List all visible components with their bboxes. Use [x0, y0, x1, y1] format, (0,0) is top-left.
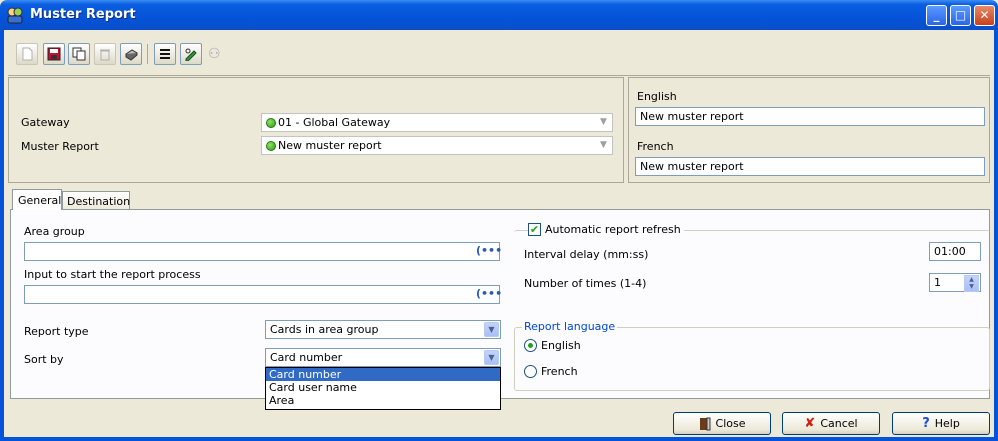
binoculars-icon[interactable]: ⚇: [208, 46, 221, 62]
list-icon: [160, 49, 170, 59]
muster-report-label: Muster Report: [21, 140, 99, 153]
sort-by-label: Sort by: [24, 353, 64, 366]
window-close-button[interactable]: ✕: [974, 5, 995, 26]
english-name-field[interactable]: New muster report: [635, 107, 985, 126]
tab-general[interactable]: General: [12, 189, 62, 210]
title-bar[interactable]: Muster Report _ □ ✕: [0, 0, 998, 30]
gateway-value: 01 - Global Gateway: [278, 116, 391, 129]
muster-report-value: New muster report: [278, 139, 382, 152]
link-button[interactable]: [180, 43, 202, 65]
new-document-icon: [22, 47, 33, 61]
report-type-label: Report type: [24, 325, 89, 338]
printer-icon: [125, 49, 138, 61]
interval-field[interactable]: 01:00: [929, 242, 981, 261]
save-button[interactable]: [43, 43, 65, 65]
checkmark-icon: ✔: [528, 223, 541, 236]
close-button[interactable]: Close: [673, 412, 771, 435]
browse-ellipsis-icon[interactable]: (•••: [476, 287, 502, 302]
radio-unselected-icon: [524, 365, 537, 378]
toolbar: ⚇: [8, 36, 990, 76]
radio-french-label: French: [541, 365, 578, 378]
red-x-icon: ✘: [804, 416, 816, 431]
cancel-button[interactable]: ✘ Cancel: [782, 412, 880, 435]
dropdown-option[interactable]: Card user name: [266, 381, 500, 394]
french-name-field[interactable]: New muster report: [635, 157, 985, 176]
gateway-combo[interactable]: 01 - Global Gateway ▼: [261, 113, 613, 132]
area-group-field[interactable]: (•••: [24, 242, 502, 261]
minimize-button[interactable]: _: [926, 5, 947, 26]
header-panel: Gateway 01 - Global Gateway ▼ Muster Rep…: [8, 77, 624, 183]
chevron-down-icon[interactable]: ▼: [484, 350, 499, 365]
chevron-down-icon[interactable]: ▼: [484, 322, 499, 337]
muster-app-icon: [7, 7, 23, 24]
question-mark-icon: ?: [922, 416, 930, 431]
trash-icon: [100, 49, 110, 61]
window-title: Muster Report: [30, 7, 136, 22]
copy-button[interactable]: [68, 43, 90, 65]
input-start-field[interactable]: (•••: [24, 285, 502, 304]
radio-english-label: English: [541, 339, 581, 352]
muster-report-combo[interactable]: New muster report ▼: [261, 136, 613, 155]
auto-refresh-checkbox[interactable]: ✔ Automatic report refresh: [528, 223, 684, 236]
status-dot-icon: [266, 117, 276, 128]
report-type-value: Cards in area group: [270, 323, 379, 336]
tab-destination[interactable]: Destination: [62, 191, 130, 210]
radio-english[interactable]: English: [524, 339, 581, 352]
gateway-label: Gateway: [21, 116, 70, 129]
times-stepper[interactable]: 1 ▲ ▼: [929, 273, 981, 292]
name-translations-panel: English New muster report French New mus…: [628, 77, 990, 183]
auto-refresh-label: Automatic report refresh: [545, 223, 681, 236]
help-label: Help: [934, 417, 960, 430]
times-value: 1: [934, 276, 941, 289]
close-label: Close: [715, 417, 746, 430]
new-button[interactable]: [16, 43, 38, 65]
list-button[interactable]: [154, 43, 176, 65]
print-button[interactable]: [120, 43, 142, 65]
area-group-label: Area group: [24, 225, 85, 238]
sort-by-combo[interactable]: Card number ▼: [265, 348, 501, 367]
report-language-group: [514, 327, 990, 391]
dropdown-option[interactable]: Area: [266, 394, 500, 407]
delete-button[interactable]: [94, 43, 116, 65]
link-pencil-icon: [185, 48, 197, 61]
radio-selected-icon: [524, 339, 537, 352]
status-dot-icon: [266, 140, 276, 151]
toolbar-separator: [147, 44, 148, 64]
floppy-disk-icon: [47, 47, 61, 61]
french-label: French: [637, 140, 674, 153]
browse-ellipsis-icon[interactable]: (•••: [476, 244, 502, 259]
report-type-combo[interactable]: Cards in area group ▼: [265, 320, 501, 339]
input-start-label: Input to start the report process: [24, 268, 201, 281]
dropdown-option[interactable]: Card number: [266, 368, 500, 381]
help-button[interactable]: ? Help: [892, 412, 990, 435]
door-exit-icon: [699, 417, 711, 430]
sort-by-dropdown-list: Card number Card user name Area: [265, 367, 501, 410]
cancel-label: Cancel: [820, 417, 858, 430]
report-language-title: Report language: [522, 320, 618, 333]
sort-by-value: Card number: [270, 351, 343, 364]
times-label: Number of times (1-4): [524, 277, 647, 290]
radio-french[interactable]: French: [524, 365, 578, 378]
maximize-button[interactable]: □: [950, 5, 971, 26]
copy-icon: [72, 47, 86, 61]
spinner-arrows-icon[interactable]: ▲ ▼: [964, 275, 979, 292]
chevron-down-icon: ▼: [600, 117, 607, 127]
english-label: English: [637, 90, 677, 103]
chevron-down-icon: ▼: [600, 140, 607, 150]
interval-label: Interval delay (mm:ss): [524, 248, 649, 261]
